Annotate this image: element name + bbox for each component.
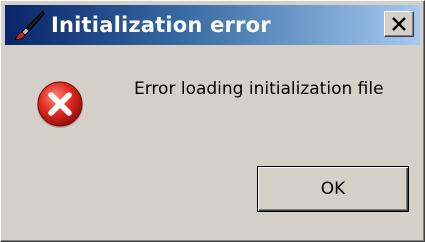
dialog-title: Initialization error xyxy=(51,13,271,37)
error-icon xyxy=(35,79,85,129)
ok-button[interactable]: OK xyxy=(257,166,409,212)
error-message: Error loading initialization file xyxy=(134,79,384,99)
close-icon xyxy=(392,17,406,31)
title-bar[interactable]: Initialization error xyxy=(5,5,420,45)
close-button[interactable] xyxy=(384,11,414,37)
dialog-window: Initialization error Error loading initi… xyxy=(0,0,425,242)
brush-icon xyxy=(13,9,45,41)
ok-button-label: OK xyxy=(320,179,346,199)
